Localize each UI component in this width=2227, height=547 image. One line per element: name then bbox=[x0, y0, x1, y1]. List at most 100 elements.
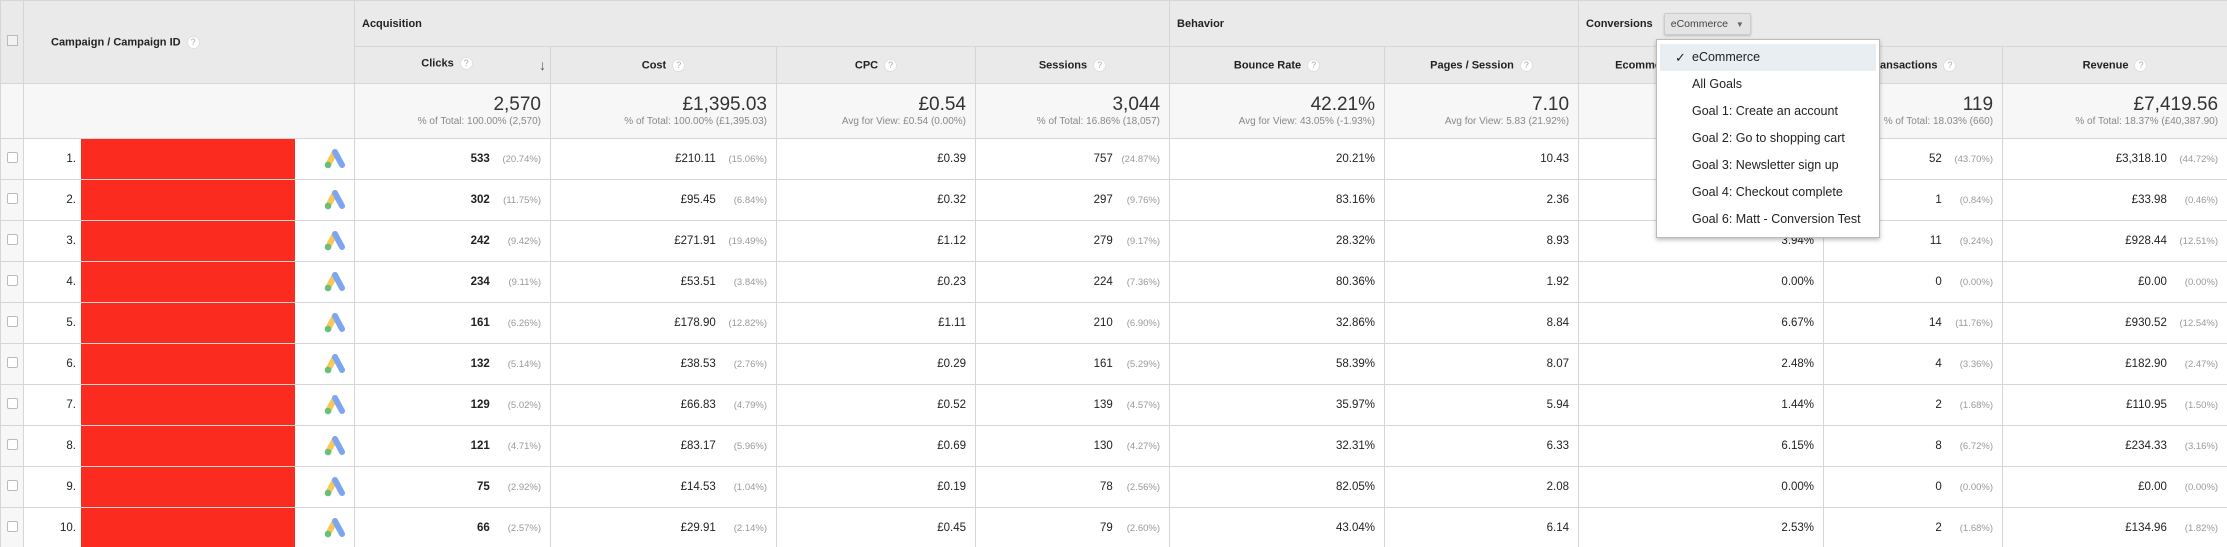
value: 2.53% bbox=[1781, 522, 1815, 534]
value: 8.84 bbox=[1546, 317, 1570, 329]
summary-value: £1,395.03 bbox=[682, 94, 767, 115]
help-icon[interactable]: ? bbox=[2134, 58, 2148, 72]
help-icon[interactable]: ? bbox=[1093, 58, 1107, 72]
row-checkbox[interactable] bbox=[6, 275, 18, 286]
google-ads-icon bbox=[324, 190, 345, 210]
help-icon[interactable]: ? bbox=[672, 58, 686, 72]
value: 224 bbox=[1093, 276, 1113, 288]
redacted-campaign-name bbox=[81, 221, 295, 261]
cell-cpc: £1.11 bbox=[776, 302, 976, 344]
table-row: 10. 66 (2.57%) £29.91 (2.14%) £0.45 79 (… bbox=[0, 507, 2227, 547]
row-checkbox[interactable] bbox=[6, 357, 18, 368]
cell-pages-session: 2.08 bbox=[1384, 466, 1580, 508]
column-header-pages-session[interactable]: Pages / Session? bbox=[1384, 46, 1580, 84]
cell-clicks: 66 (2.57%) bbox=[354, 507, 551, 547]
value: 20.21% bbox=[1336, 153, 1376, 165]
help-icon[interactable]: ? bbox=[186, 35, 200, 49]
value: 4 bbox=[1935, 358, 1942, 370]
row-checkbox[interactable] bbox=[6, 480, 18, 491]
value: £0.69 bbox=[937, 440, 966, 452]
column-header-bounce-rate[interactable]: Bounce Rate? bbox=[1169, 46, 1386, 84]
dimension-header[interactable]: Campaign / Campaign ID? bbox=[23, 0, 355, 84]
summary-row: 2,570% of Total: 100.00% (2,570) £1,395.… bbox=[0, 83, 2227, 139]
value: 297 bbox=[1093, 194, 1113, 206]
percent: (0.84%) bbox=[1959, 195, 1994, 206]
table-row: 3. 242 (9.42%) £271.91 (19.49%) £1.12 27… bbox=[0, 220, 2227, 262]
redacted-campaign-name bbox=[81, 344, 295, 384]
value: £178.90 bbox=[674, 317, 716, 329]
row-checkbox[interactable] bbox=[6, 316, 18, 327]
cell-revenue: £930.52 (12.54%) bbox=[2002, 302, 2227, 344]
cell-pages-session: 10.43 bbox=[1384, 138, 1580, 180]
value: 121 bbox=[470, 440, 490, 452]
value: 1.92 bbox=[1546, 276, 1570, 288]
google-ads-icon bbox=[324, 149, 345, 169]
conversions-select[interactable]: eCommerce ▼ bbox=[1663, 12, 1751, 35]
column-header-clicks[interactable]: Clicks? ↓ bbox=[354, 46, 551, 84]
select-all-checkbox[interactable] bbox=[6, 35, 18, 46]
value: 10.43 bbox=[1540, 153, 1570, 165]
row-select-cell bbox=[0, 507, 24, 547]
row-select-cell bbox=[0, 425, 24, 467]
cell-pages-session: 6.33 bbox=[1384, 425, 1580, 467]
cell-sessions: 79 (2.60%) bbox=[974, 507, 1171, 547]
campaign-cell: 10. bbox=[23, 507, 355, 547]
google-ads-icon bbox=[324, 354, 345, 374]
percent: (9.76%) bbox=[1126, 195, 1161, 206]
cell-bounce-rate: 43.04% bbox=[1169, 507, 1386, 547]
cell-revenue: £134.96 (1.82%) bbox=[2002, 507, 2227, 547]
value: £83.17 bbox=[680, 440, 716, 452]
summary-pages-session: 7.10 Avg for View: 5.83 (21.92%) bbox=[1384, 83, 1580, 139]
row-index: 2. bbox=[66, 194, 76, 206]
percent: (0.00%) bbox=[2184, 482, 2219, 493]
help-icon[interactable]: ? bbox=[1307, 58, 1321, 72]
column-header-cpc[interactable]: CPC? bbox=[776, 46, 976, 84]
summary-value: 42.21% bbox=[1310, 94, 1376, 115]
row-checkbox[interactable] bbox=[6, 439, 18, 450]
value: £38.53 bbox=[680, 358, 716, 370]
value: £110.95 bbox=[2126, 399, 2167, 411]
dropdown-option[interactable]: Goal 3: Newsletter sign up bbox=[1660, 152, 1876, 179]
percent: (1.68%) bbox=[1959, 523, 1994, 534]
value: 11 bbox=[1929, 235, 1942, 247]
row-checkbox[interactable] bbox=[6, 193, 18, 204]
dropdown-option[interactable]: Goal 2: Go to shopping cart bbox=[1660, 125, 1876, 152]
column-header-cost[interactable]: Cost? bbox=[550, 46, 777, 84]
summary-blank bbox=[23, 83, 355, 139]
row-select-cell bbox=[0, 466, 24, 508]
dropdown-option[interactable]: ✓ eCommerce bbox=[1660, 44, 1876, 71]
cell-cpc: £0.45 bbox=[776, 507, 976, 547]
table-row: 1. 533 (20.74%) £210.11 (15.06%) £0.39 7… bbox=[0, 138, 2227, 180]
cell-bounce-rate: 83.16% bbox=[1169, 179, 1386, 221]
cell-cpc: £0.29 bbox=[776, 343, 976, 385]
table-row: 5. 161 (6.26%) £178.90 (12.82%) £1.11 21… bbox=[0, 302, 2227, 344]
help-icon[interactable]: ? bbox=[459, 57, 473, 70]
percent: (2.56%) bbox=[1126, 482, 1161, 493]
row-checkbox[interactable] bbox=[6, 398, 18, 409]
help-icon[interactable]: ? bbox=[884, 58, 898, 72]
dropdown-option[interactable]: Goal 6: Matt - Conversion Test bbox=[1660, 206, 1876, 233]
row-index: 10. bbox=[60, 522, 76, 534]
summary-subtext: % of Total: 100.00% (£1,395.03) bbox=[624, 116, 767, 127]
column-label: Revenue bbox=[2082, 58, 2129, 71]
cell-ecommerce-conversion-rate: 6.67% bbox=[1578, 302, 1825, 344]
percent: (43.70%) bbox=[1954, 154, 1994, 165]
help-icon[interactable]: ? bbox=[1943, 58, 1957, 72]
row-checkbox[interactable] bbox=[6, 152, 18, 163]
row-checkbox[interactable] bbox=[6, 234, 18, 245]
help-icon[interactable]: ? bbox=[1519, 58, 1533, 72]
dropdown-option[interactable]: Goal 1: Create an account bbox=[1660, 98, 1876, 125]
value: 8.07 bbox=[1546, 358, 1570, 370]
sort-descending-icon[interactable]: ↓ bbox=[539, 57, 546, 73]
value: 79 bbox=[1100, 522, 1113, 534]
column-header-sessions[interactable]: Sessions? bbox=[974, 46, 1171, 84]
percent: (9.42%) bbox=[507, 236, 541, 247]
google-ads-icon bbox=[324, 313, 345, 333]
cell-sessions: 757 (24.87%) bbox=[974, 138, 1171, 180]
column-header-revenue[interactable]: Revenue? bbox=[2002, 46, 2227, 84]
dropdown-option[interactable]: All Goals bbox=[1660, 71, 1876, 98]
dropdown-option[interactable]: Goal 4: Checkout complete bbox=[1660, 179, 1876, 206]
row-checkbox[interactable] bbox=[6, 521, 18, 532]
dropdown-option-label: Goal 6: Matt - Conversion Test bbox=[1692, 212, 1861, 226]
summary-subtext: Avg for View: 43.05% (-1.93%) bbox=[1238, 116, 1376, 127]
